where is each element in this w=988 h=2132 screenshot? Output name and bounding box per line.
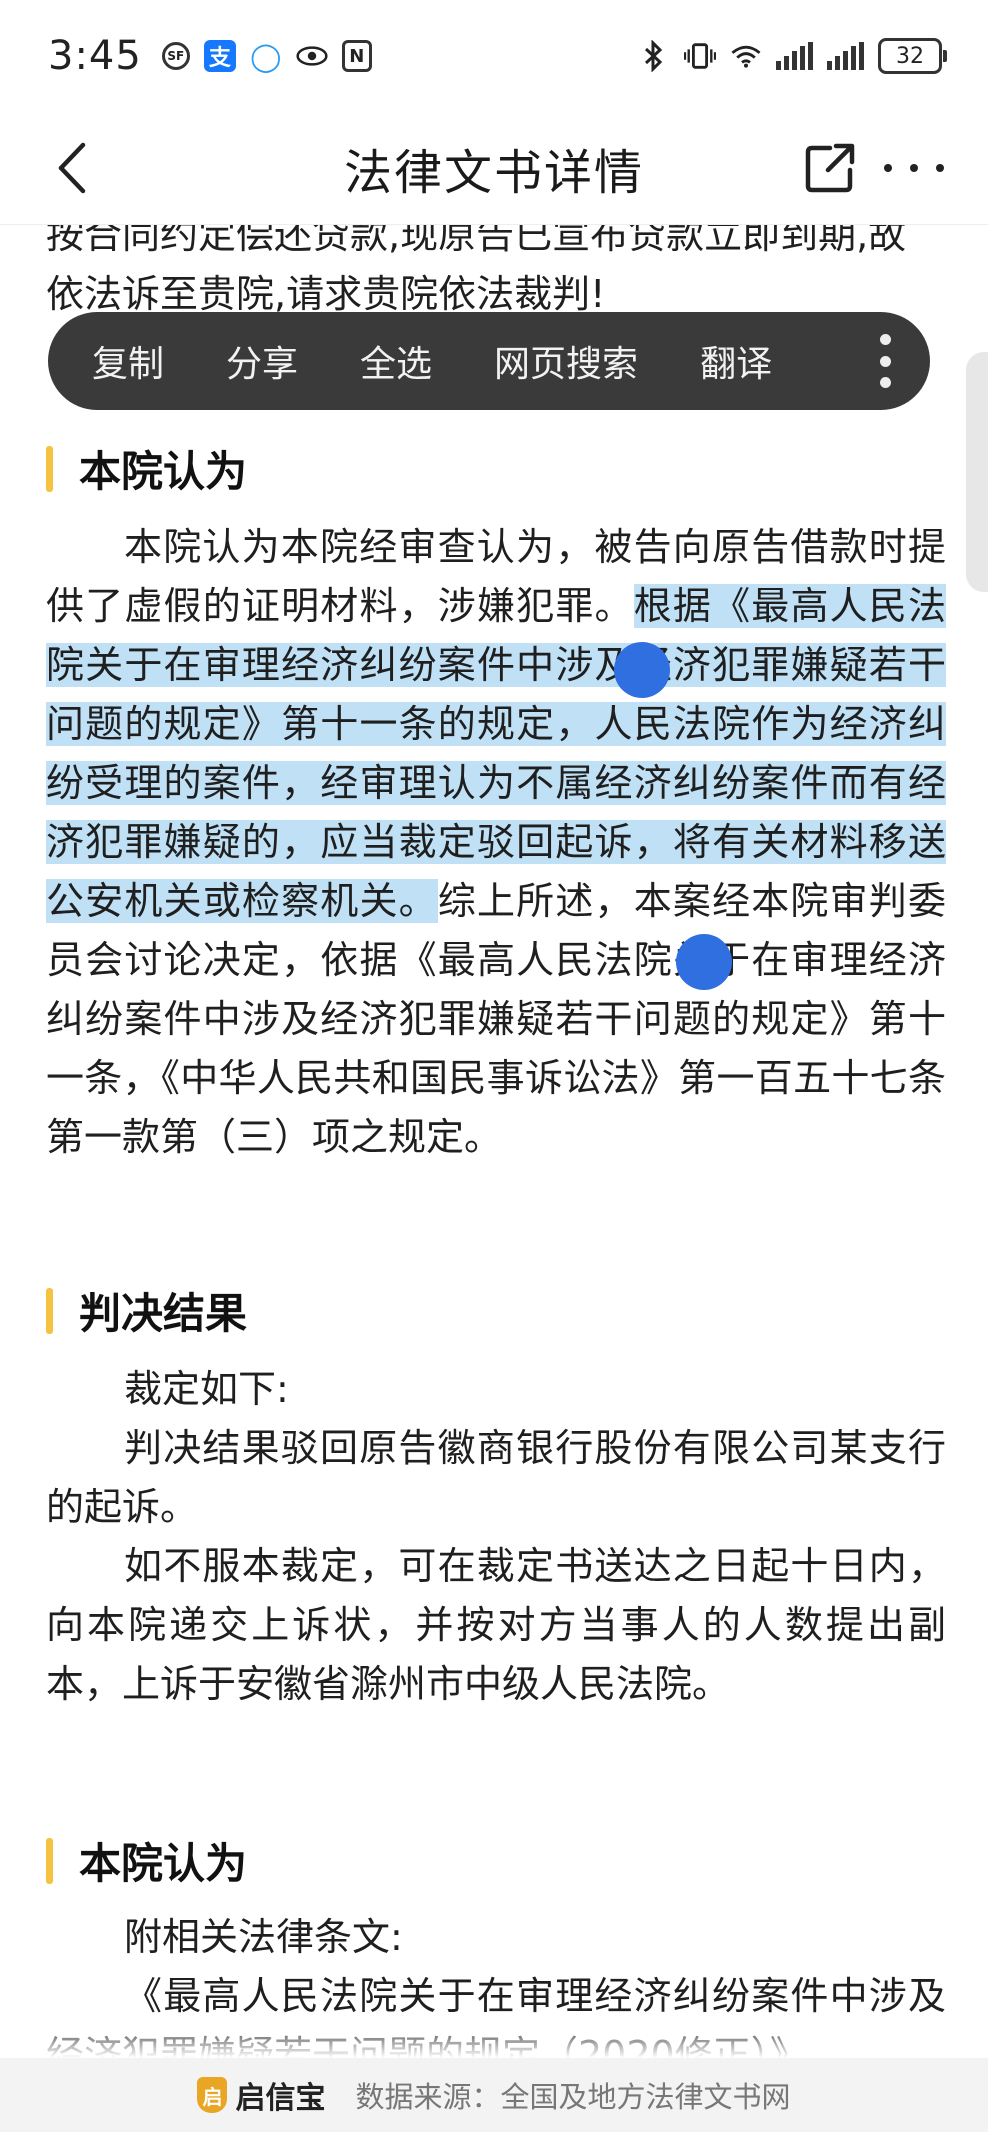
section-accent-bar [46, 445, 53, 492]
eye-icon [296, 40, 328, 72]
share-button[interactable] [802, 140, 858, 196]
wifi-icon [730, 40, 762, 72]
footer-fade [0, 2020, 988, 2058]
share-external-icon [805, 143, 855, 193]
chevron-left-icon [58, 142, 86, 194]
dot-icon [879, 377, 891, 388]
battery-icon: 32 [878, 38, 947, 74]
section-heading-3: 本院认为 [46, 1830, 247, 1891]
title-bar: 法律文书详情 [0, 112, 988, 225]
menu-translate[interactable]: 翻译 [700, 335, 772, 387]
section-title: 判决结果 [79, 1289, 248, 1338]
status-left: 3:45 SF 支 ◯ N [48, 33, 372, 79]
text-selection-menu: 复制 分享 全选 网页搜索 翻译 [48, 312, 930, 410]
dot-icon [936, 164, 944, 172]
selected-text[interactable]: 根据《最高人民法院关于在审理经济纠纷案件中涉及经济犯罪嫌疑若干问题的规定》第十一… [46, 584, 946, 923]
selection-end-handle[interactable] [676, 934, 732, 990]
ruling-text: 判决结果驳回原告徽商银行股份有限公司某支行的起诉。 [46, 1426, 946, 1529]
section-title: 本院认为 [79, 1839, 248, 1888]
footer: 启 启信宝 数据来源：全国及地方法律文书网 [0, 2058, 988, 2132]
menu-select-all[interactable]: 全选 [360, 335, 432, 387]
attach-intro: 附相关法律条文: [124, 1915, 403, 1959]
dot-icon [879, 355, 891, 367]
vibrate-icon [684, 40, 716, 72]
menu-share[interactable]: 分享 [226, 335, 298, 387]
shield-logo-icon: 启 [197, 2077, 228, 2113]
status-time: 3:45 [48, 33, 142, 79]
screen: 3:45 SF 支 ◯ N 32 法律文书详情 按合同约定偿还贷款,现原告已宣布… [0, 0, 988, 2132]
signal-2-icon [827, 42, 864, 70]
section-title: 本院认为 [79, 447, 248, 496]
status-bar: 3:45 SF 支 ◯ N 32 [0, 0, 988, 112]
edge-panel-handle[interactable] [966, 352, 988, 592]
section1-paragraph: 本院认为本院经审查认为，被告向原告借款时提供了虚假的证明材料，涉嫌犯罪。根据《最… [46, 518, 946, 1167]
section-accent-bar [46, 1837, 53, 1884]
selection-start-handle[interactable] [614, 642, 670, 698]
dot-icon [884, 164, 892, 172]
footer-logo: 启 启信宝 [197, 2073, 325, 2117]
chat-bubble-icon: ◯ [250, 39, 282, 73]
dot-icon [879, 334, 891, 345]
data-source-text: 数据来源：全国及地方法律文书网 [355, 2080, 791, 2114]
section-heading-1: 本院认为 [46, 438, 247, 499]
section-accent-bar [46, 1287, 53, 1334]
more-options-button[interactable] [884, 140, 944, 196]
footer-logo-text: 启信宝 [235, 2081, 326, 2116]
menu-web-search[interactable]: 网页搜索 [494, 335, 638, 387]
menu-more-button[interactable] [878, 334, 892, 388]
back-button[interactable] [46, 142, 98, 194]
alipay-icon: 支 [203, 40, 236, 72]
dot-icon [910, 164, 918, 172]
page-title: 法律文书详情 [343, 145, 644, 201]
ruling-intro: 裁定如下: [124, 1367, 289, 1411]
menu-copy[interactable]: 复制 [92, 335, 164, 387]
signal-1-icon [776, 42, 813, 70]
nfc-icon: N [341, 40, 372, 72]
sf-express-icon: SF [161, 42, 190, 70]
bluetooth-icon [638, 40, 670, 72]
appeal-text: 如不服本裁定，可在裁定书送达之日起十日内，向本院递交上诉状，并按对方当事人的人数… [46, 1544, 946, 1706]
status-right: 32 [638, 38, 947, 74]
section-heading-2: 判决结果 [46, 1280, 247, 1341]
